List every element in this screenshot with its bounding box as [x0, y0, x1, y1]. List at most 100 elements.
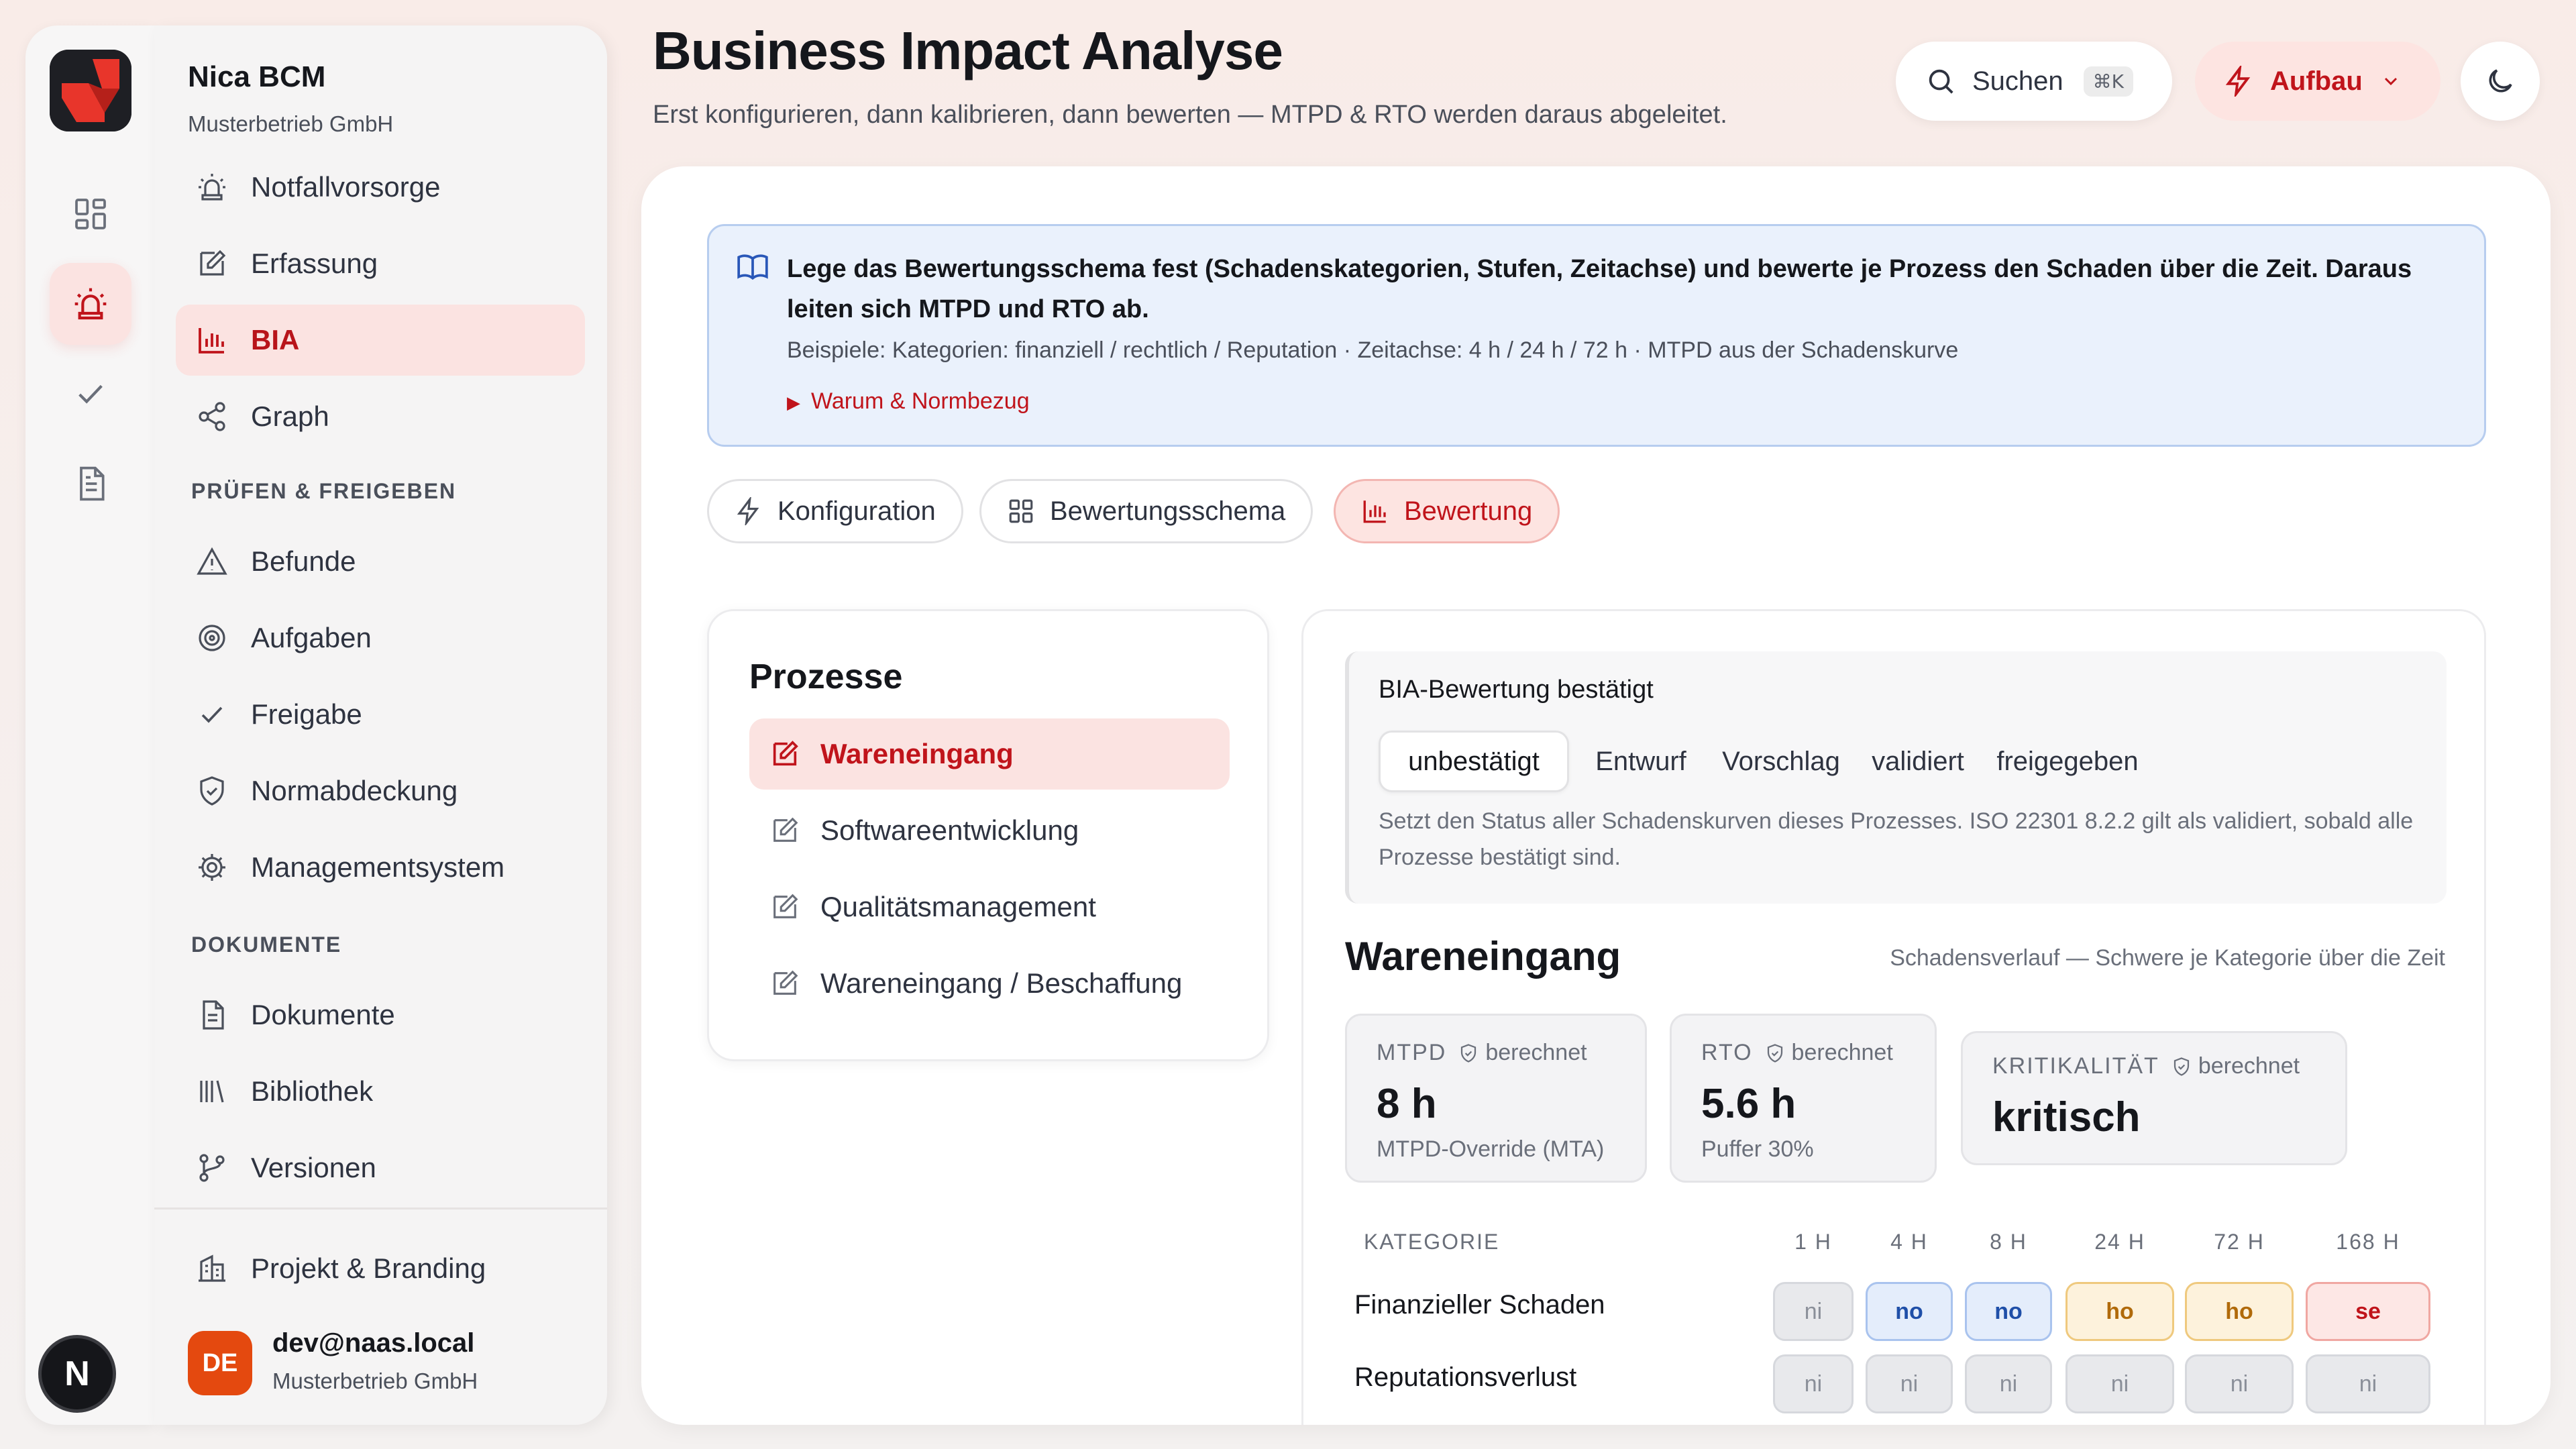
- sidebar-item-aufgaben[interactable]: Aufgaben: [176, 602, 585, 674]
- tab-konfiguration[interactable]: Konfiguration: [707, 479, 963, 543]
- bar-chart-icon: [196, 324, 228, 356]
- grid-cell[interactable]: no: [1866, 1282, 1953, 1341]
- process-title: Wareneingang: [1345, 934, 1621, 979]
- sidebar-item-freigabe[interactable]: Freigabe: [176, 679, 585, 750]
- sidebar-item-label: Aufgaben: [251, 622, 372, 653]
- rail-notfall[interactable]: [50, 263, 131, 345]
- sidebar-item-befunde[interactable]: Befunde: [176, 526, 585, 597]
- metric-value: kritisch: [1992, 1094, 2141, 1140]
- process-detail-card: BIA-Bewertung bestätigt unbestätigt Entw…: [1301, 609, 2486, 1425]
- theme-toggle-button[interactable]: [2461, 42, 2540, 121]
- process-item-softwareentwicklung[interactable]: Softwareentwicklung: [749, 795, 1230, 866]
- grid-header-8h: 8 H: [1990, 1230, 2027, 1254]
- process-label: Softwareentwicklung: [820, 814, 1079, 846]
- grid-cell[interactable]: se: [2306, 1282, 2430, 1341]
- tab-bewertungsschema[interactable]: Bewertungsschema: [979, 479, 1313, 543]
- sidebar-item-label: Erfassung: [251, 248, 378, 279]
- rail-dashboard[interactable]: [50, 173, 131, 255]
- grid-cell[interactable]: ni: [2185, 1354, 2294, 1413]
- icon-rail: N: [25, 25, 154, 1425]
- sidebar-item-bia[interactable]: BIA: [176, 305, 585, 376]
- grid-cell[interactable]: ni: [1965, 1354, 2052, 1413]
- edit-icon: [196, 248, 228, 280]
- sidebar-item-label: Dokumente: [251, 999, 395, 1030]
- grid-cell[interactable]: ni: [2306, 1354, 2430, 1413]
- sidebar-divider: [154, 1208, 607, 1210]
- sidebar-item-dokumente[interactable]: Dokumente: [176, 979, 585, 1051]
- tab-bewertung[interactable]: Bewertung: [1334, 479, 1560, 543]
- target-icon: [196, 622, 228, 654]
- status-option-entwurf[interactable]: Entwurf: [1578, 731, 1703, 792]
- sidebar-item-bibliothek[interactable]: Bibliothek: [176, 1056, 585, 1127]
- process-item-wareneingang[interactable]: Wareneingang: [749, 718, 1230, 790]
- sidebar: Nica BCM Musterbetrieb GmbH Notfallvorso…: [154, 25, 607, 1425]
- status-option-validiert[interactable]: validiert: [1859, 731, 1977, 792]
- info-examples: Beispiele: Kategorien: finanziell / rech…: [787, 337, 1959, 363]
- sidebar-item-projekt-branding[interactable]: Projekt & Branding: [176, 1233, 585, 1304]
- tab-label: Konfiguration: [777, 496, 936, 526]
- sidebar-item-label: Normabdeckung: [251, 775, 458, 806]
- user-email[interactable]: dev@naas.local: [272, 1328, 474, 1358]
- grid-cell[interactable]: ni: [1773, 1282, 1854, 1341]
- user-org: Musterbetrieb GmbH: [272, 1368, 478, 1393]
- damage-curve-hint: Schadensverlauf — Schwere je Kategorie ü…: [1890, 945, 2445, 971]
- grid-cell[interactable]: ho: [2065, 1282, 2174, 1341]
- computed-label: berechnet: [1791, 1040, 1893, 1065]
- process-item-wareneingang-beschaffung[interactable]: Wareneingang / Beschaffung: [749, 948, 1230, 1019]
- grid-cell[interactable]: no: [1965, 1282, 2052, 1341]
- sidebar-item-managementsystem[interactable]: Managementsystem: [176, 832, 585, 903]
- grid-cell[interactable]: ni: [1773, 1354, 1854, 1413]
- edit-icon: [773, 741, 798, 766]
- rail-documents[interactable]: [50, 443, 131, 525]
- status-option-unbestaetigt[interactable]: unbestätigt: [1379, 731, 1569, 792]
- status-option-vorschlag[interactable]: Vorschlag: [1710, 731, 1852, 792]
- process-label: Wareneingang / Beschaffung: [820, 967, 1183, 999]
- metric-label: RTO: [1701, 1040, 1753, 1065]
- metric-rto: RTO berechnet 5.6 h Puffer 30%: [1670, 1014, 1937, 1183]
- tab-label: Bewertungsschema: [1050, 496, 1286, 526]
- document-icon: [80, 466, 105, 501]
- logo-icon: [50, 50, 131, 131]
- section-label-review: PRÜFEN & FREIGEBEN: [191, 479, 457, 503]
- search-shortcut: ⌘K: [2083, 66, 2134, 97]
- info-callout: Lege das Bewertungsschema fest (Schadens…: [707, 224, 2486, 447]
- sidebar-item-label: Befunde: [251, 545, 356, 577]
- computed-label: berechnet: [2198, 1053, 2300, 1079]
- sidebar-item-label: BIA: [251, 324, 300, 356]
- metric-label: KRITIKALITÄT: [1992, 1053, 2159, 1079]
- mode-label: Aufbau: [2270, 66, 2363, 96]
- share-icon: [196, 400, 228, 433]
- book-icon: [737, 254, 768, 280]
- process-list-card: Prozesse Wareneingang Softwareentwicklun…: [707, 609, 1269, 1061]
- lightning-icon: [737, 497, 759, 525]
- grid-cell[interactable]: ho: [2185, 1282, 2294, 1341]
- sidebar-item-normabdeckung[interactable]: Normabdeckung: [176, 755, 585, 826]
- grid-row-label: Finanzieller Schaden: [1354, 1290, 1605, 1320]
- info-link-label: Warum & Normbezug: [811, 388, 1030, 414]
- app-logo[interactable]: [50, 50, 131, 131]
- rail-check[interactable]: [50, 353, 131, 435]
- warning-icon: [196, 545, 228, 578]
- sidebar-item-graph[interactable]: Graph: [176, 381, 585, 452]
- alarm-icon: [74, 288, 107, 320]
- workspace-avatar[interactable]: N: [38, 1335, 116, 1413]
- status-option-freigegeben[interactable]: freigegeben: [1984, 731, 2151, 792]
- sidebar-item-label: Notfallvorsorge: [251, 171, 441, 203]
- search-button[interactable]: Suchen ⌘K: [1896, 42, 2172, 121]
- sidebar-item-notfallvorsorge[interactable]: Notfallvorsorge: [176, 152, 585, 223]
- grid-cell[interactable]: ni: [2065, 1354, 2174, 1413]
- sidebar-item-erfassung[interactable]: Erfassung: [176, 228, 585, 299]
- sidebar-item-versionen[interactable]: Versionen: [176, 1132, 585, 1203]
- process-item-qualitaetsmanagement[interactable]: Qualitätsmanagement: [749, 871, 1230, 943]
- moon-icon: [2489, 69, 2512, 93]
- computed-label: berechnet: [1485, 1040, 1587, 1065]
- library-icon: [196, 1075, 228, 1108]
- grid-cell[interactable]: ni: [1866, 1354, 1953, 1413]
- process-label: Wareneingang: [820, 738, 1014, 769]
- info-toggle-link[interactable]: ▶ Warum & Normbezug: [787, 388, 1030, 415]
- grid-header-1h: 1 H: [1794, 1230, 1832, 1254]
- mode-dropdown[interactable]: Aufbau: [2195, 42, 2440, 121]
- user-avatar[interactable]: DE: [188, 1331, 252, 1395]
- main-content: Lege das Bewertungsschema fest (Schadens…: [641, 166, 2551, 1425]
- triangle-right-icon: ▶: [787, 392, 800, 413]
